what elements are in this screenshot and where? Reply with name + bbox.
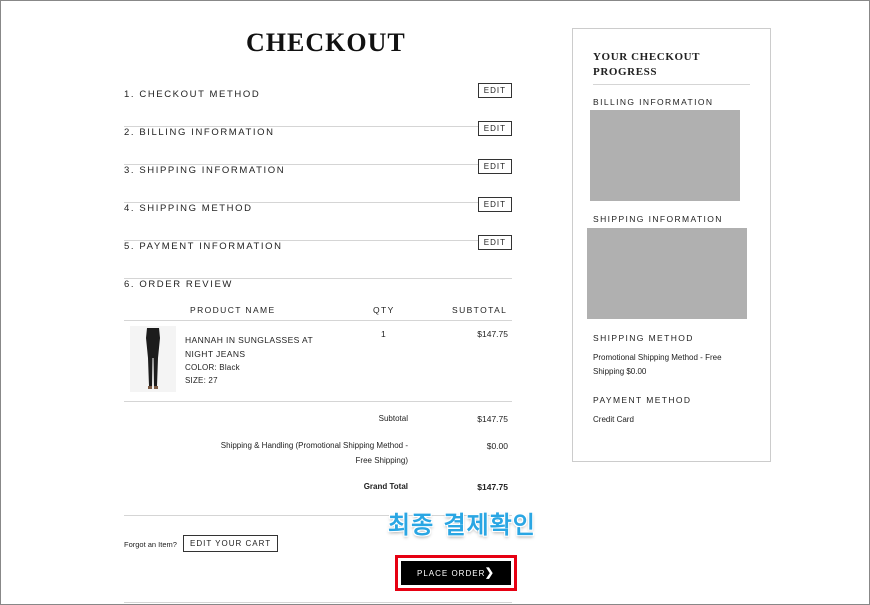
col-header-product: PRODUCT NAME [190,305,276,315]
edit-shipping-info-button[interactable]: EDIT [477,159,512,174]
edit-billing-button[interactable]: EDIT [477,121,512,136]
step-label: 2. BILLING INFORMATION [124,127,275,138]
product-subtotal: $147.75 [477,329,508,339]
progress-divider [593,84,750,85]
edit-checkout-method-button[interactable]: EDIT [477,83,512,98]
edit-shipping-method-button[interactable]: EDIT [477,197,512,212]
place-order-button[interactable]: PLACE ORDER ❯ [401,561,511,585]
subtotal-value: $147.75 [477,414,508,424]
progress-shipping-method-value: Promotional Shipping Method - Free Shipp… [593,353,722,376]
step-label: 3. SHIPPING INFORMATION [124,165,286,176]
grand-total-value: $147.75 [477,482,508,492]
shipping-handling-value: $0.00 [486,441,508,451]
order-review-heading: 6. ORDER REVIEW [124,279,233,290]
progress-title: YOUR CHECKOUT PROGRESS [593,51,700,78]
footer-divider [124,602,512,603]
progress-payment-method-value: Credit Card [593,415,634,424]
progress-shipping-label: SHIPPING INFORMATION [593,214,723,224]
place-order-highlight: PLACE ORDER ❯ [395,555,517,591]
edit-cart-button[interactable]: EDIT YOUR CART [183,535,279,552]
edit-payment-button[interactable]: EDIT [477,235,512,250]
product-name[interactable]: HANNAH IN SUNGLASSES AT NIGHT JEANS [185,333,335,361]
header-divider [124,320,512,321]
step-billing-information: 2. BILLING INFORMATION EDIT [124,121,512,165]
step-checkout-method: 1. CHECKOUT METHOD EDIT [124,83,512,127]
page-title: CHECKOUT [246,28,406,57]
forgot-item-text: Forgot an Item? [124,540,177,549]
billing-redacted-block [590,110,740,201]
checkout-progress-panel: YOUR CHECKOUT PROGRESS BILLING INFORMATI… [572,28,771,462]
step-label: 1. CHECKOUT METHOD [124,89,261,100]
step-payment-information: 5. PAYMENT INFORMATION EDIT [124,235,512,279]
subtotal-label: Subtotal [378,414,408,423]
chevron-right-icon: ❯ [484,567,495,579]
row-divider [124,401,512,402]
progress-payment-method-label: PAYMENT METHOD [593,395,692,405]
annotation-text: 최종 결제확인 [388,511,536,539]
product-size: SIZE: 27 [185,376,218,385]
col-header-subtotal: SUBTOTAL [452,305,508,315]
step-shipping-information: 3. SHIPPING INFORMATION EDIT [124,159,512,203]
grand-total-label: Grand Total [363,482,408,491]
shipping-handling-label: Shipping & Handling (Promotional Shippin… [220,441,408,465]
shipping-redacted-block [587,228,747,319]
step-label: 5. PAYMENT INFORMATION [124,241,283,252]
step-label: 4. SHIPPING METHOD [124,203,253,214]
step-shipping-method: 4. SHIPPING METHOD EDIT [124,197,512,241]
progress-billing-label: BILLING INFORMATION [593,97,714,107]
place-order-label: PLACE ORDER [417,568,486,578]
product-qty: 1 [381,329,386,339]
jeans-image-icon [146,328,160,389]
product-color: COLOR: Black [185,363,240,372]
col-header-qty: QTY [373,305,395,315]
product-thumbnail[interactable] [130,326,176,392]
progress-shipping-method-label: SHIPPING METHOD [593,333,694,343]
